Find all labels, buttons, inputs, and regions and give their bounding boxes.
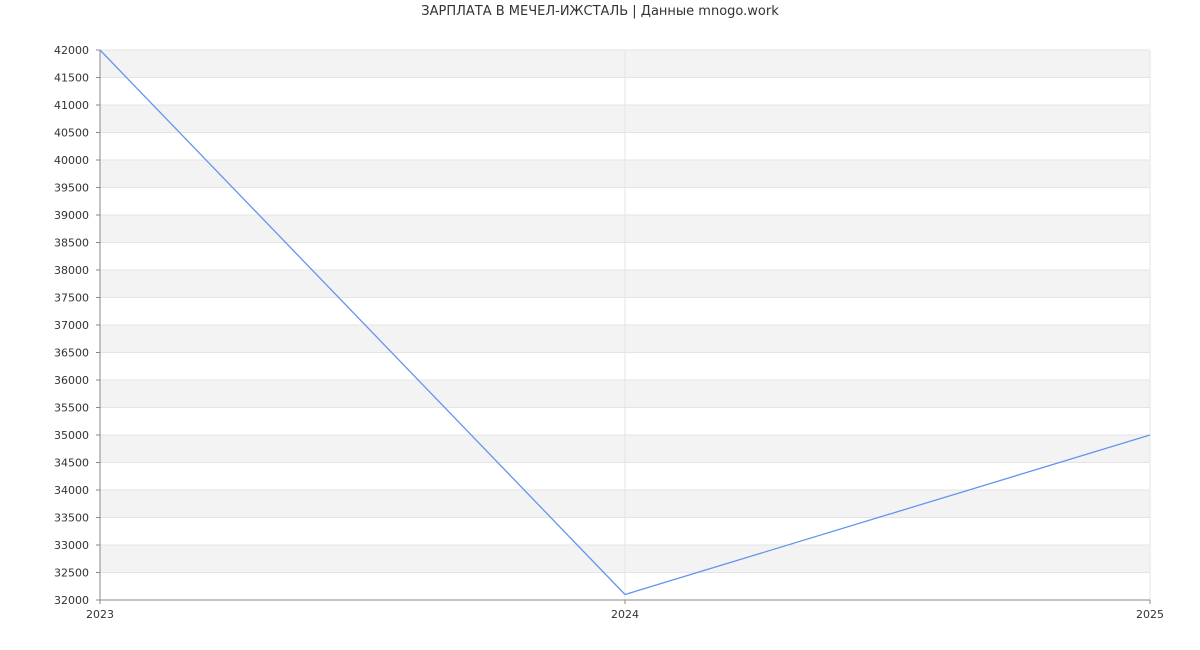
y-tick-label: 35000 xyxy=(54,429,89,442)
y-tick-label: 39000 xyxy=(54,209,89,222)
x-tick-label: 2025 xyxy=(1136,608,1164,621)
y-tick-label: 37000 xyxy=(54,319,89,332)
y-tick-label: 34000 xyxy=(54,484,89,497)
grid-lines xyxy=(99,49,1151,601)
chart-container: ЗАРПЛАТА В МЕЧЕЛ-ИЖСТАЛЬ | Данные mnogo.… xyxy=(0,0,1200,650)
line-chart: 32000 32500 33000 33500 34000 34500 35000 35500… xyxy=(54,44,1164,621)
y-tick-label: 32500 xyxy=(54,567,89,580)
y-tick-label: 40500 xyxy=(54,127,89,140)
y-tick-label: 36500 xyxy=(54,347,89,360)
x-tick-label: 2024 xyxy=(611,608,639,621)
y-tick-label: 33000 xyxy=(54,539,89,552)
y-tick-label: 32000 xyxy=(54,594,89,607)
y-tick-label: 39500 xyxy=(54,182,89,195)
x-tick-label: 2023 xyxy=(86,608,114,621)
y-tick-label: 42000 xyxy=(54,44,89,57)
y-tick-label: 41500 xyxy=(54,72,89,85)
y-tick-label: 37500 xyxy=(54,292,89,305)
y-tick-label: 35500 xyxy=(54,402,89,415)
y-tick-label: 34500 xyxy=(54,457,89,470)
y-tick-label: 33500 xyxy=(54,512,89,525)
y-tick-labels: 32000 32500 33000 33500 34000 34500 35000 35500… xyxy=(54,44,89,607)
y-tick-label: 38500 xyxy=(54,237,89,250)
y-tick-label: 38000 xyxy=(54,264,89,277)
y-tick-label: 36000 xyxy=(54,374,89,387)
x-tick-labels: 2023 2024 2025 xyxy=(86,608,1164,621)
y-tick-label: 41000 xyxy=(54,99,89,112)
y-tick-label: 40000 xyxy=(54,154,89,167)
